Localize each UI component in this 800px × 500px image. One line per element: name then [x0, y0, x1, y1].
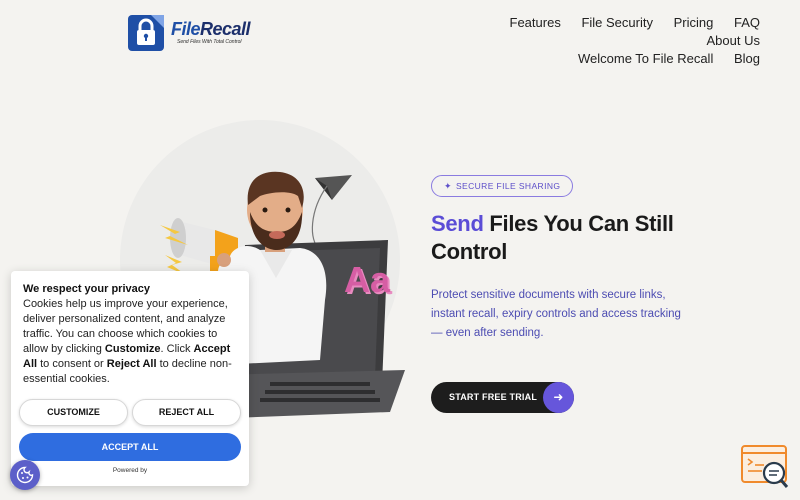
accept-all-button[interactable]: ACCEPT ALL [19, 433, 241, 461]
secure-file-sharing-badge: ✦ SECURE FILE SHARING [431, 175, 574, 197]
cookie-body: Cookies help us improve your experience,… [23, 298, 232, 385]
typography-badge-front: Aa [344, 259, 391, 300]
cookie-button-row: CUSTOMIZE REJECT ALL [19, 399, 241, 426]
hero-headline: Send Files You Can Still Control [431, 210, 721, 266]
start-free-trial-button[interactable]: START FREE TRIAL ➜ [431, 382, 574, 413]
badge-label: SECURE FILE SHARING [455, 181, 561, 191]
padlock-logo-icon [128, 15, 164, 51]
powered-by: Powered by [112, 467, 148, 474]
brand-name: FileRecall [171, 19, 251, 39]
cookie-icon [16, 466, 34, 484]
cookie-settings-button[interactable] [10, 460, 40, 490]
brand-logo[interactable]: FileRecall Send Files With Total Control [127, 11, 257, 53]
nav-about-us[interactable]: About Us [707, 32, 760, 50]
nav-welcome[interactable]: Welcome To File Recall [578, 50, 713, 68]
nav-pricing[interactable]: Pricing [674, 14, 714, 32]
cta-label: START FREE TRIAL [449, 392, 538, 402]
paper-plane-icon [311, 175, 352, 251]
headline-accent: Send [431, 211, 484, 236]
hero-description: Protect sensitive documents with secure … [431, 289, 681, 339]
chat-search-icon[interactable] [740, 444, 790, 490]
nav-faq[interactable]: FAQ [734, 14, 760, 32]
cookie-title: We respect your privacy [23, 283, 150, 295]
main-nav: Features File Security Pricing FAQ About… [430, 14, 760, 68]
nav-file-security[interactable]: File Security [581, 14, 653, 32]
sparkle-icon: ✦ [444, 181, 452, 191]
customize-button[interactable]: CUSTOMIZE [19, 399, 128, 426]
arrow-right-icon: ➜ [543, 382, 574, 413]
reject-all-button[interactable]: REJECT ALL [132, 399, 241, 426]
cookie-consent-banner: We respect your privacy Cookies help us … [11, 271, 249, 486]
nav-features[interactable]: Features [510, 14, 561, 32]
nav-blog[interactable]: Blog [734, 50, 760, 68]
brand-tagline: Send Files With Total Control [177, 39, 242, 45]
